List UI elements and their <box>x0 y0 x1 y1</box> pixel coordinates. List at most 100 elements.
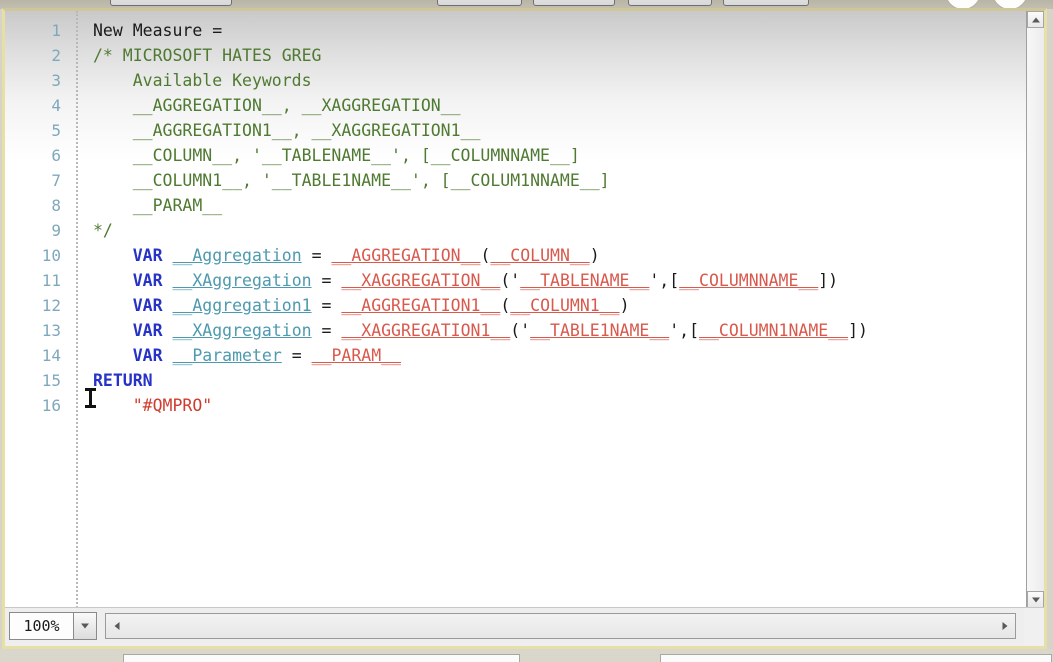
token-keyword: VAR <box>133 271 163 290</box>
token-plain: = <box>302 246 332 265</box>
line-number: 13 <box>5 318 73 343</box>
zoom-dropdown-button[interactable] <box>73 613 96 639</box>
token-punct: ( <box>500 296 510 315</box>
arrow-left-icon <box>114 622 119 630</box>
code-line[interactable]: __PARAM__ <box>93 193 1026 218</box>
token-comment: Available Keywords <box>93 71 312 90</box>
toolbar-button-1[interactable] <box>110 0 232 6</box>
code-line[interactable]: */ <box>93 218 1026 243</box>
token-plain <box>163 346 173 365</box>
token-comment: __AGGREGATION__, __XAGGREGATION__ <box>93 96 461 115</box>
code-line[interactable]: New Measure = <box>93 18 1026 43</box>
code-line[interactable]: VAR __XAggregation = __XAGGREGATION__('_… <box>93 268 1026 293</box>
vertical-scrollbar[interactable] <box>1026 11 1044 608</box>
code-content[interactable]: New Measure = /* MICROSOFT HATES GREG Ava… <box>93 18 1026 418</box>
token-punct: ) <box>590 246 600 265</box>
code-line[interactable]: VAR __XAggregation = __XAGGREGATION1__('… <box>93 318 1026 343</box>
token-ph: __PARAM__ <box>312 346 401 365</box>
scroll-down-button[interactable] <box>1027 591 1044 608</box>
code-editing-surface[interactable]: 12345678910111213141516 New Measure =/* … <box>5 11 1026 608</box>
line-number: 1 <box>5 18 73 43</box>
line-number: 14 <box>5 343 73 368</box>
line-number: 10 <box>5 243 73 268</box>
horizontal-scrollbar[interactable] <box>105 613 1016 639</box>
token-ph: __COLUMN1__ <box>510 296 619 315</box>
zoom-level-value[interactable]: 100% <box>10 613 73 639</box>
token-ph: __COLUMN__ <box>490 246 589 265</box>
bottom-panel-item-2[interactable] <box>660 654 1052 662</box>
token-punct: ]) <box>848 321 868 340</box>
line-number: 15 <box>5 368 73 393</box>
editor-focus-frame: 12345678910111213141516 New Measure =/* … <box>2 8 1047 649</box>
token-var: __Parameter <box>173 346 282 365</box>
line-number: 12 <box>5 293 73 318</box>
gutter-separator <box>76 11 78 608</box>
code-line[interactable]: __COLUMN__, '__TABLENAME__', [__COLUMNNA… <box>93 143 1026 168</box>
token-plain <box>93 246 133 265</box>
line-number-gutter: 12345678910111213141516 <box>5 11 73 608</box>
scrollbar-corner <box>1024 608 1044 646</box>
token-plain <box>163 271 173 290</box>
token-punct: (' <box>500 271 520 290</box>
token-plain <box>93 321 133 340</box>
bottom-panel-item-1[interactable] <box>123 654 520 662</box>
token-comment: __COLUMN__, '__TABLENAME__', [__COLUMNNA… <box>93 146 580 165</box>
line-number: 8 <box>5 193 73 218</box>
toolbar-button-5[interactable] <box>723 0 809 6</box>
toolbar-button-3[interactable] <box>533 0 615 6</box>
token-plain <box>163 321 173 340</box>
token-punct: ]) <box>818 271 838 290</box>
token-ph: __AGGREGATION__ <box>331 246 480 265</box>
token-punct: ',[ <box>669 321 699 340</box>
editor-inner: 12345678910111213141516 New Measure =/* … <box>5 11 1044 646</box>
bottom-panel-chrome <box>0 649 1053 662</box>
toolbar-button-4[interactable] <box>628 0 712 6</box>
scroll-up-button[interactable] <box>1027 11 1044 28</box>
dax-formula-editor-window: 12345678910111213141516 New Measure =/* … <box>0 0 1053 662</box>
token-comment: __AGGREGATION1__, __XAGGREGATION1__ <box>93 121 480 140</box>
token-ph: __COLUMN1NAME__ <box>699 321 848 340</box>
token-comment: /* MICROSOFT HATES GREG <box>93 46 321 65</box>
code-line[interactable]: VAR __Parameter = __PARAM__ <box>93 343 1026 368</box>
token-plain <box>93 271 133 290</box>
line-number: 6 <box>5 143 73 168</box>
token-plain <box>93 396 133 415</box>
token-plain: = <box>282 346 312 365</box>
line-number: 4 <box>5 93 73 118</box>
token-ph: __AGGREGATION1__ <box>341 296 500 315</box>
token-plain: = <box>312 271 342 290</box>
code-line[interactable]: VAR __Aggregation1 = __AGGREGATION1__(__… <box>93 293 1026 318</box>
arrow-down-icon <box>1032 597 1040 602</box>
token-var: __XAggregation <box>173 271 312 290</box>
token-plain: = <box>312 296 342 315</box>
scroll-right-button[interactable] <box>996 614 1013 638</box>
arrow-up-icon <box>1032 17 1040 22</box>
line-number: 16 <box>5 393 73 418</box>
code-line[interactable]: "#QMPRO" <box>93 393 1026 418</box>
code-line[interactable]: __AGGREGATION1__, __XAGGREGATION1__ <box>93 118 1026 143</box>
token-keyword: VAR <box>133 296 163 315</box>
token-punct: ) <box>620 296 630 315</box>
code-line[interactable]: __COLUMN1__, '__TABLE1NAME__', [__COLUM1… <box>93 168 1026 193</box>
token-plain: = <box>312 321 342 340</box>
code-line[interactable]: VAR __Aggregation = __AGGREGATION__(__CO… <box>93 243 1026 268</box>
token-keyword: VAR <box>133 246 163 265</box>
arrow-right-icon <box>1002 622 1007 630</box>
token-keyword: VAR <box>133 321 163 340</box>
code-line[interactable]: RETURN <box>93 368 1026 393</box>
code-line[interactable]: __AGGREGATION__, __XAGGREGATION__ <box>93 93 1026 118</box>
scroll-left-button[interactable] <box>108 614 125 638</box>
token-keyword: RETURN <box>93 371 153 390</box>
token-punct: ',[ <box>649 271 679 290</box>
vertical-scroll-track[interactable] <box>1027 28 1044 591</box>
code-line[interactable]: /* MICROSOFT HATES GREG <box>93 43 1026 68</box>
code-line[interactable]: Available Keywords <box>93 68 1026 93</box>
token-ph: __XAGGREGATION__ <box>341 271 500 290</box>
token-ph: __TABLENAME__ <box>520 271 649 290</box>
token-var: __Aggregation <box>173 246 302 265</box>
token-comment: __COLUMN1__, '__TABLE1NAME__', [__COLUM1… <box>93 171 610 190</box>
toolbar-button-2[interactable] <box>437 0 522 6</box>
token-plain <box>93 296 133 315</box>
token-plain <box>163 296 173 315</box>
zoom-level-control[interactable]: 100% <box>9 612 97 640</box>
